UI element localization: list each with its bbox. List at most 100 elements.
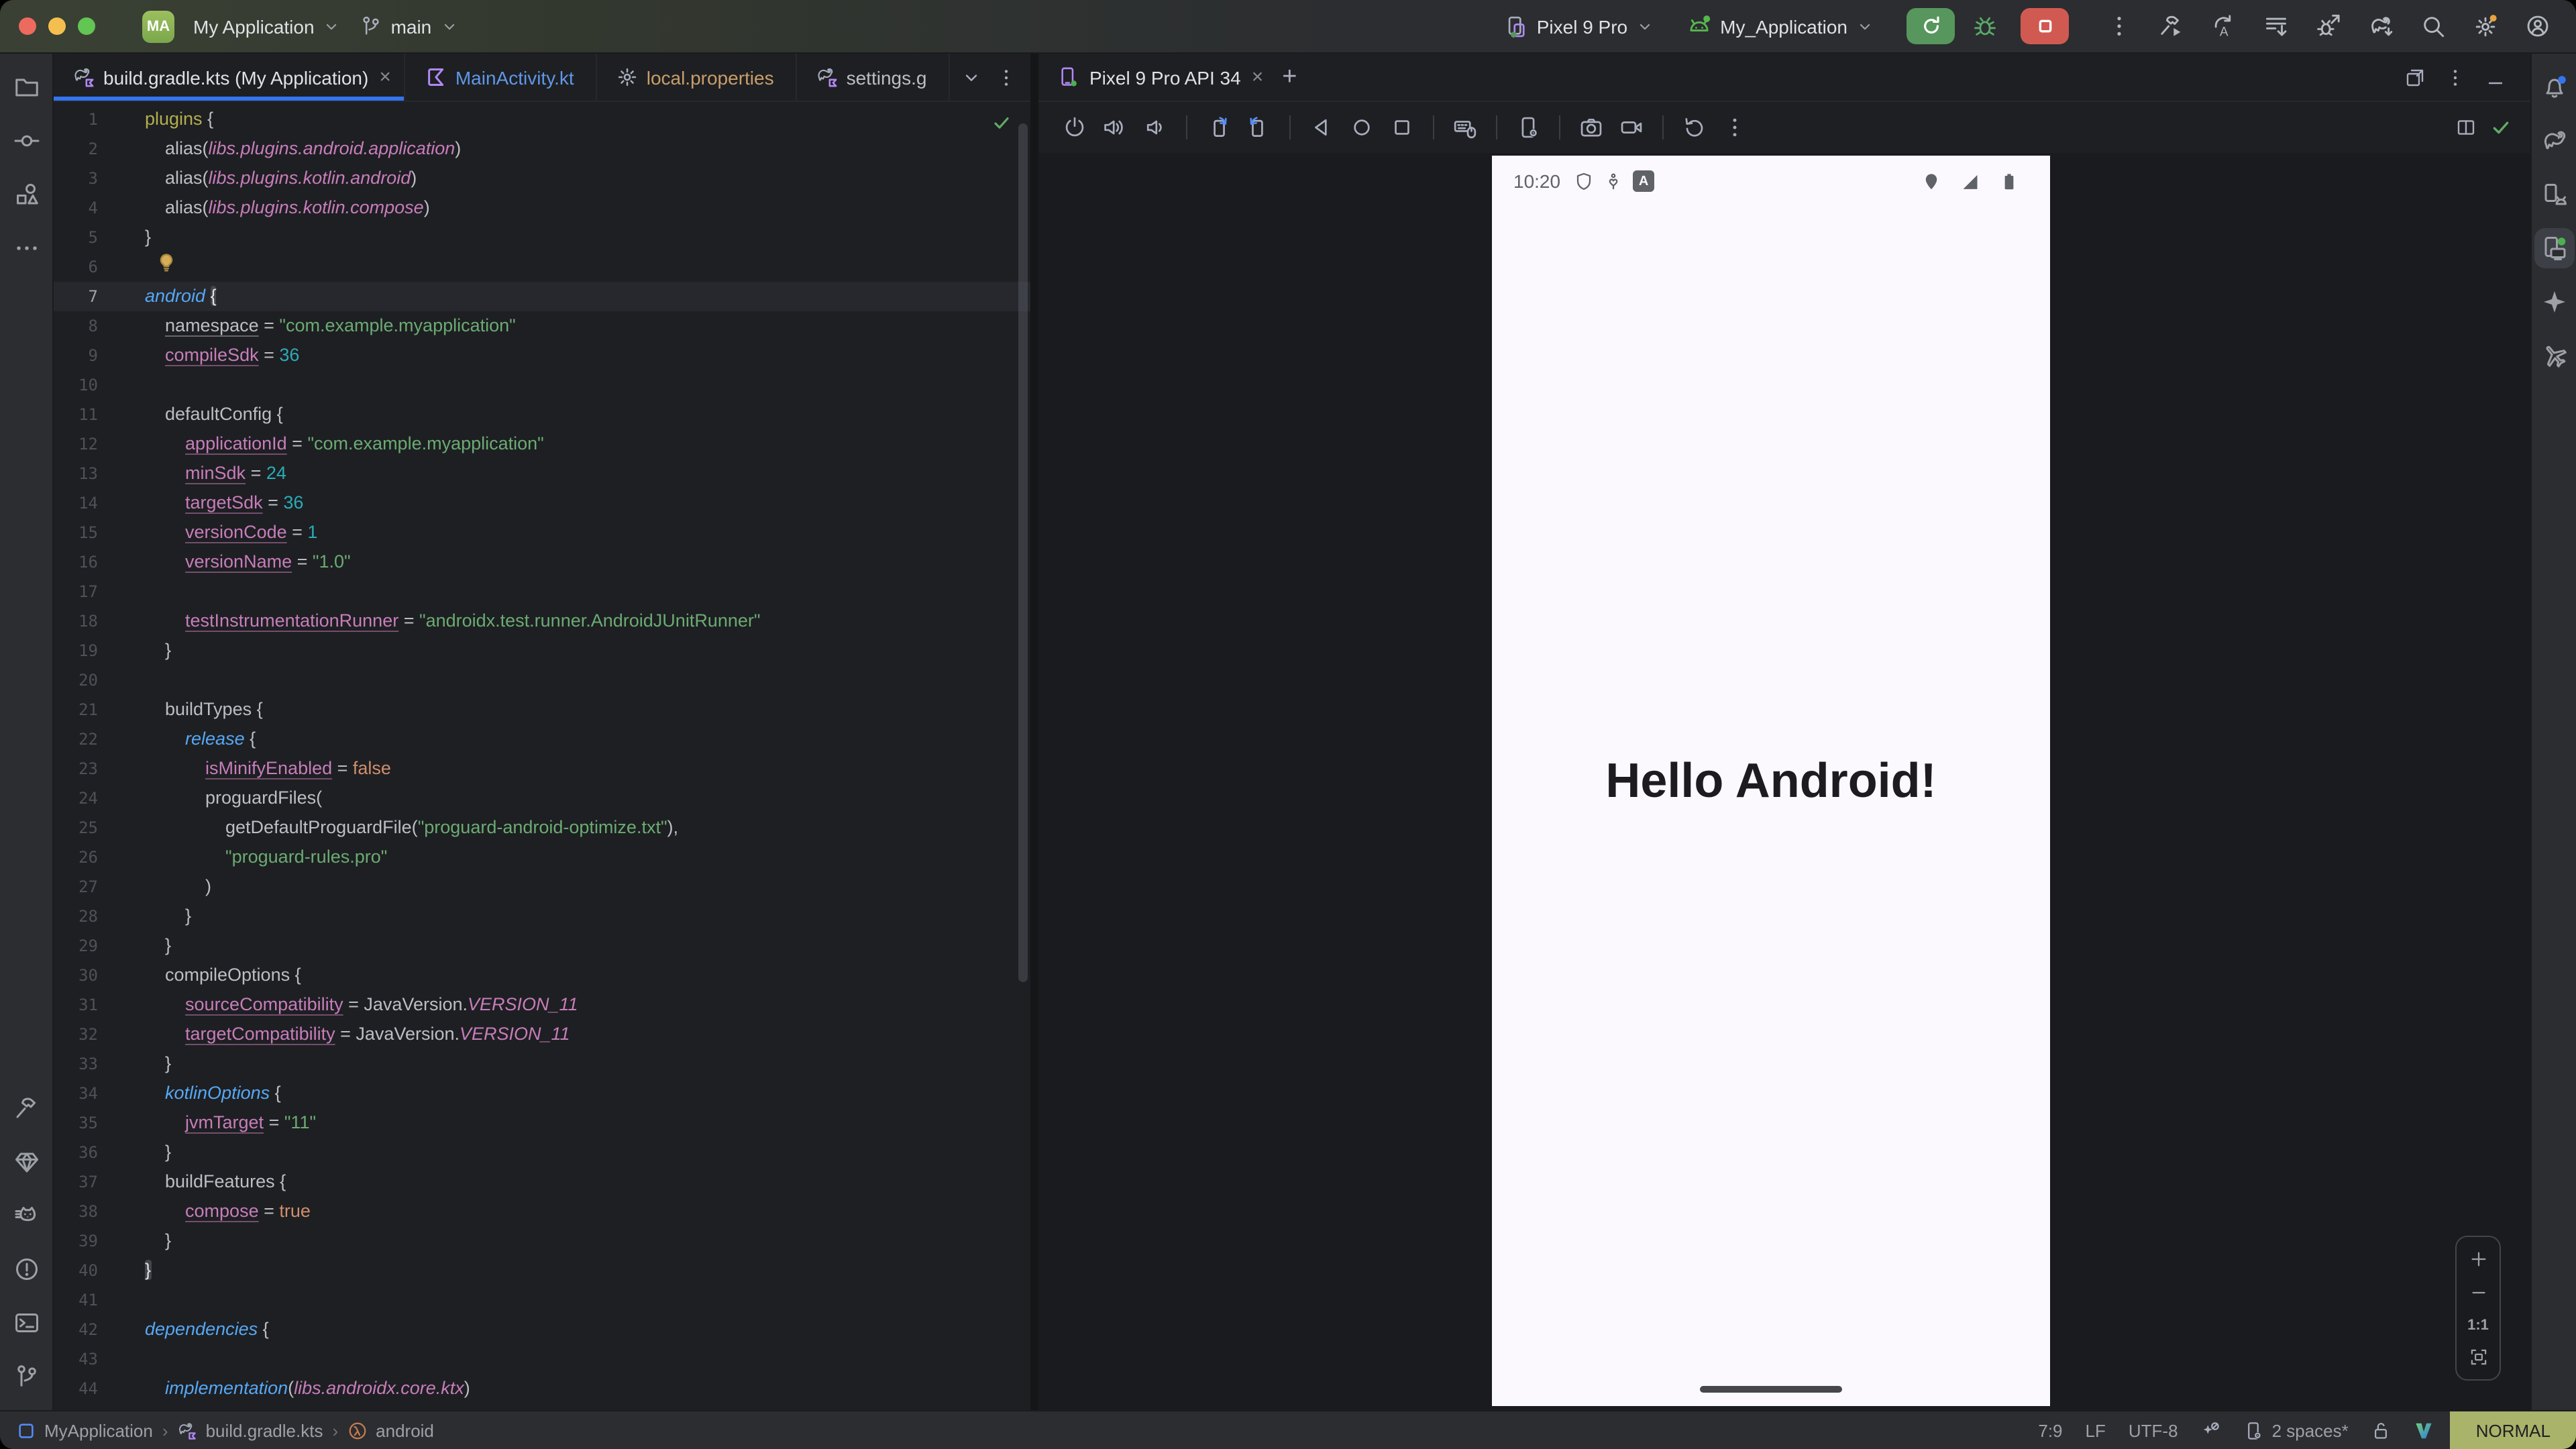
rerun-button[interactable] xyxy=(1907,8,1955,44)
kebab-icon[interactable] xyxy=(996,66,1017,88)
kebab-icon[interactable] xyxy=(1717,110,1752,145)
tool-branch-icon[interactable] xyxy=(6,1356,46,1397)
zoom-minus-button[interactable] xyxy=(2468,1283,2488,1303)
code-line: ) xyxy=(107,872,1030,902)
code-line: versionName = "1.0" xyxy=(107,547,1030,577)
close-icon[interactable]: × xyxy=(1252,66,1264,89)
zoom-window-button[interactable] xyxy=(78,17,95,35)
kebab-icon[interactable] xyxy=(2445,66,2466,88)
breadcrumb-item[interactable]: build.gradle.kts xyxy=(178,1420,323,1440)
rotate-left-icon[interactable] xyxy=(1201,110,1236,145)
apply-changes-icon[interactable] xyxy=(2253,7,2298,45)
tool-shapes-icon[interactable] xyxy=(6,174,46,215)
kebab-icon[interactable] xyxy=(2096,7,2141,45)
tool-terminal-icon[interactable] xyxy=(6,1303,46,1343)
search-icon[interactable] xyxy=(2410,7,2455,45)
overview-icon[interactable] xyxy=(1385,110,1419,145)
video-icon[interactable] xyxy=(1614,110,1649,145)
status-widget[interactable] xyxy=(2414,1420,2434,1440)
zoom-ratio-button[interactable]: 1:1 xyxy=(2467,1317,2489,1333)
editor-tab[interactable]: settings.g xyxy=(797,54,950,101)
tool-device-manager-icon[interactable] xyxy=(2534,174,2574,215)
editor-tab[interactable]: local.properties xyxy=(597,54,797,101)
status-widget[interactable] xyxy=(2371,1420,2392,1440)
run-config-selector[interactable]: My_Application xyxy=(1686,13,1874,39)
gear-dot-icon[interactable] xyxy=(2462,7,2508,45)
project-selector[interactable]: MA My Application xyxy=(107,10,341,42)
tool-logcat-icon[interactable] xyxy=(6,1195,46,1236)
check-icon[interactable] xyxy=(2490,117,2512,138)
emulator-screen[interactable]: 10:20 A Hello Android! xyxy=(1492,156,2050,1406)
branch-selector[interactable]: main xyxy=(360,15,459,38)
status-widget-utf-8[interactable]: UTF-8 xyxy=(2129,1420,2178,1440)
status-label: 7:9 xyxy=(2038,1420,2062,1440)
tool-diamond-icon[interactable] xyxy=(6,1142,46,1182)
attach-debugger-icon[interactable] xyxy=(2305,7,2351,45)
status-widget[interactable] xyxy=(2201,1420,2221,1440)
inspections-ok-icon[interactable] xyxy=(991,113,1012,133)
back-icon[interactable] xyxy=(1304,110,1339,145)
hammer-run-icon[interactable] xyxy=(2148,7,2194,45)
reset-icon[interactable] xyxy=(1677,110,1712,145)
tool-gradle-icon[interactable] xyxy=(2534,121,2574,161)
close-icon[interactable]: × xyxy=(379,66,391,89)
code-line: testInstrumentationRunner = "androidx.te… xyxy=(107,606,1030,636)
tool-running-devices-icon[interactable] xyxy=(2534,228,2574,268)
editor-tab[interactable]: MainActivity.kt xyxy=(406,54,597,101)
intention-bulb-icon[interactable] xyxy=(156,252,177,283)
line-number: 11 xyxy=(54,400,107,429)
keyboard-mouse-icon[interactable] xyxy=(1448,110,1483,145)
status-bar: MyApplication›build.gradle.kts›android 7… xyxy=(0,1410,2576,1449)
code-editor[interactable]: 1234567891011121314151617181920212223242… xyxy=(54,102,1030,1410)
tool-plane-icon[interactable] xyxy=(2534,335,2574,376)
gesture-navigation-bar[interactable] xyxy=(1700,1386,1842,1393)
line-number: 29 xyxy=(54,931,107,961)
volume-down-icon[interactable] xyxy=(1138,110,1173,145)
tool-warning-icon[interactable] xyxy=(6,1249,46,1289)
tool-commit-icon[interactable] xyxy=(6,121,46,161)
android-studio-window: MA My Application main Pixel 9 Pro My_Ap… xyxy=(0,0,2576,1449)
profile-icon[interactable] xyxy=(2514,7,2560,45)
gradle-kts-icon xyxy=(72,66,95,89)
breadcrumb-item[interactable]: MyApplication xyxy=(16,1420,153,1440)
a-badge-icon: A xyxy=(1633,170,1654,192)
battery-icon xyxy=(1999,171,2019,191)
chevron-down-icon[interactable] xyxy=(961,66,982,88)
camera-icon[interactable] xyxy=(1574,110,1609,145)
debug-button[interactable] xyxy=(1962,7,2007,45)
editor-scrollbar[interactable] xyxy=(1018,123,1028,982)
status-widget-lf[interactable]: LF xyxy=(2086,1420,2106,1440)
phone-gear-icon[interactable] xyxy=(1511,110,1546,145)
tool-sparkle-icon[interactable] xyxy=(2534,282,2574,322)
open-window-icon[interactable] xyxy=(2404,66,2426,88)
breadcrumb-item[interactable]: android xyxy=(347,1420,434,1440)
device-name: Pixel 9 Pro xyxy=(1537,15,1627,37)
new-device-tab-button[interactable]: + xyxy=(1282,62,1297,92)
zoom-plus-button[interactable] xyxy=(2468,1249,2488,1269)
home-icon[interactable] xyxy=(1344,110,1379,145)
git-branch-icon xyxy=(360,15,383,38)
tool-hammer-icon[interactable] xyxy=(6,1088,46,1128)
tool-folder-icon[interactable] xyxy=(6,67,46,107)
device-selector[interactable]: Pixel 9 Pro xyxy=(1505,14,1654,38)
status-widget-2-spaces-[interactable]: 2 spaces* xyxy=(2244,1420,2349,1440)
code-line: targetSdk = 36 xyxy=(107,488,1030,518)
minimize-window-button[interactable] xyxy=(48,17,66,35)
columns-icon[interactable] xyxy=(2455,117,2477,138)
device-tab[interactable]: Pixel 9 Pro API 34 × xyxy=(1057,66,1263,89)
status-widget-7-9[interactable]: 7:9 xyxy=(2038,1420,2062,1440)
close-window-button[interactable] xyxy=(19,17,36,35)
vim-mode-badge[interactable]: NORMAL xyxy=(2451,1411,2576,1449)
restart-activity-icon[interactable]: A xyxy=(2200,7,2246,45)
zoom-fit-button[interactable] xyxy=(2468,1347,2488,1367)
power-icon[interactable] xyxy=(1057,110,1092,145)
editor-tab[interactable]: build.gradle.kts (My Application)× xyxy=(54,54,406,101)
minimize-icon[interactable] xyxy=(2485,66,2506,88)
tool-more-icon[interactable] xyxy=(6,228,46,268)
volume-up-icon[interactable] xyxy=(1097,110,1132,145)
gradle-sync-icon[interactable] xyxy=(2357,7,2403,45)
editor-tab-bar: build.gradle.kts (My Application)×MainAc… xyxy=(54,54,1030,102)
tool-bell-icon[interactable] xyxy=(2534,67,2574,107)
rotate-right-icon[interactable] xyxy=(1241,110,1276,145)
stop-button[interactable] xyxy=(2021,8,2069,44)
